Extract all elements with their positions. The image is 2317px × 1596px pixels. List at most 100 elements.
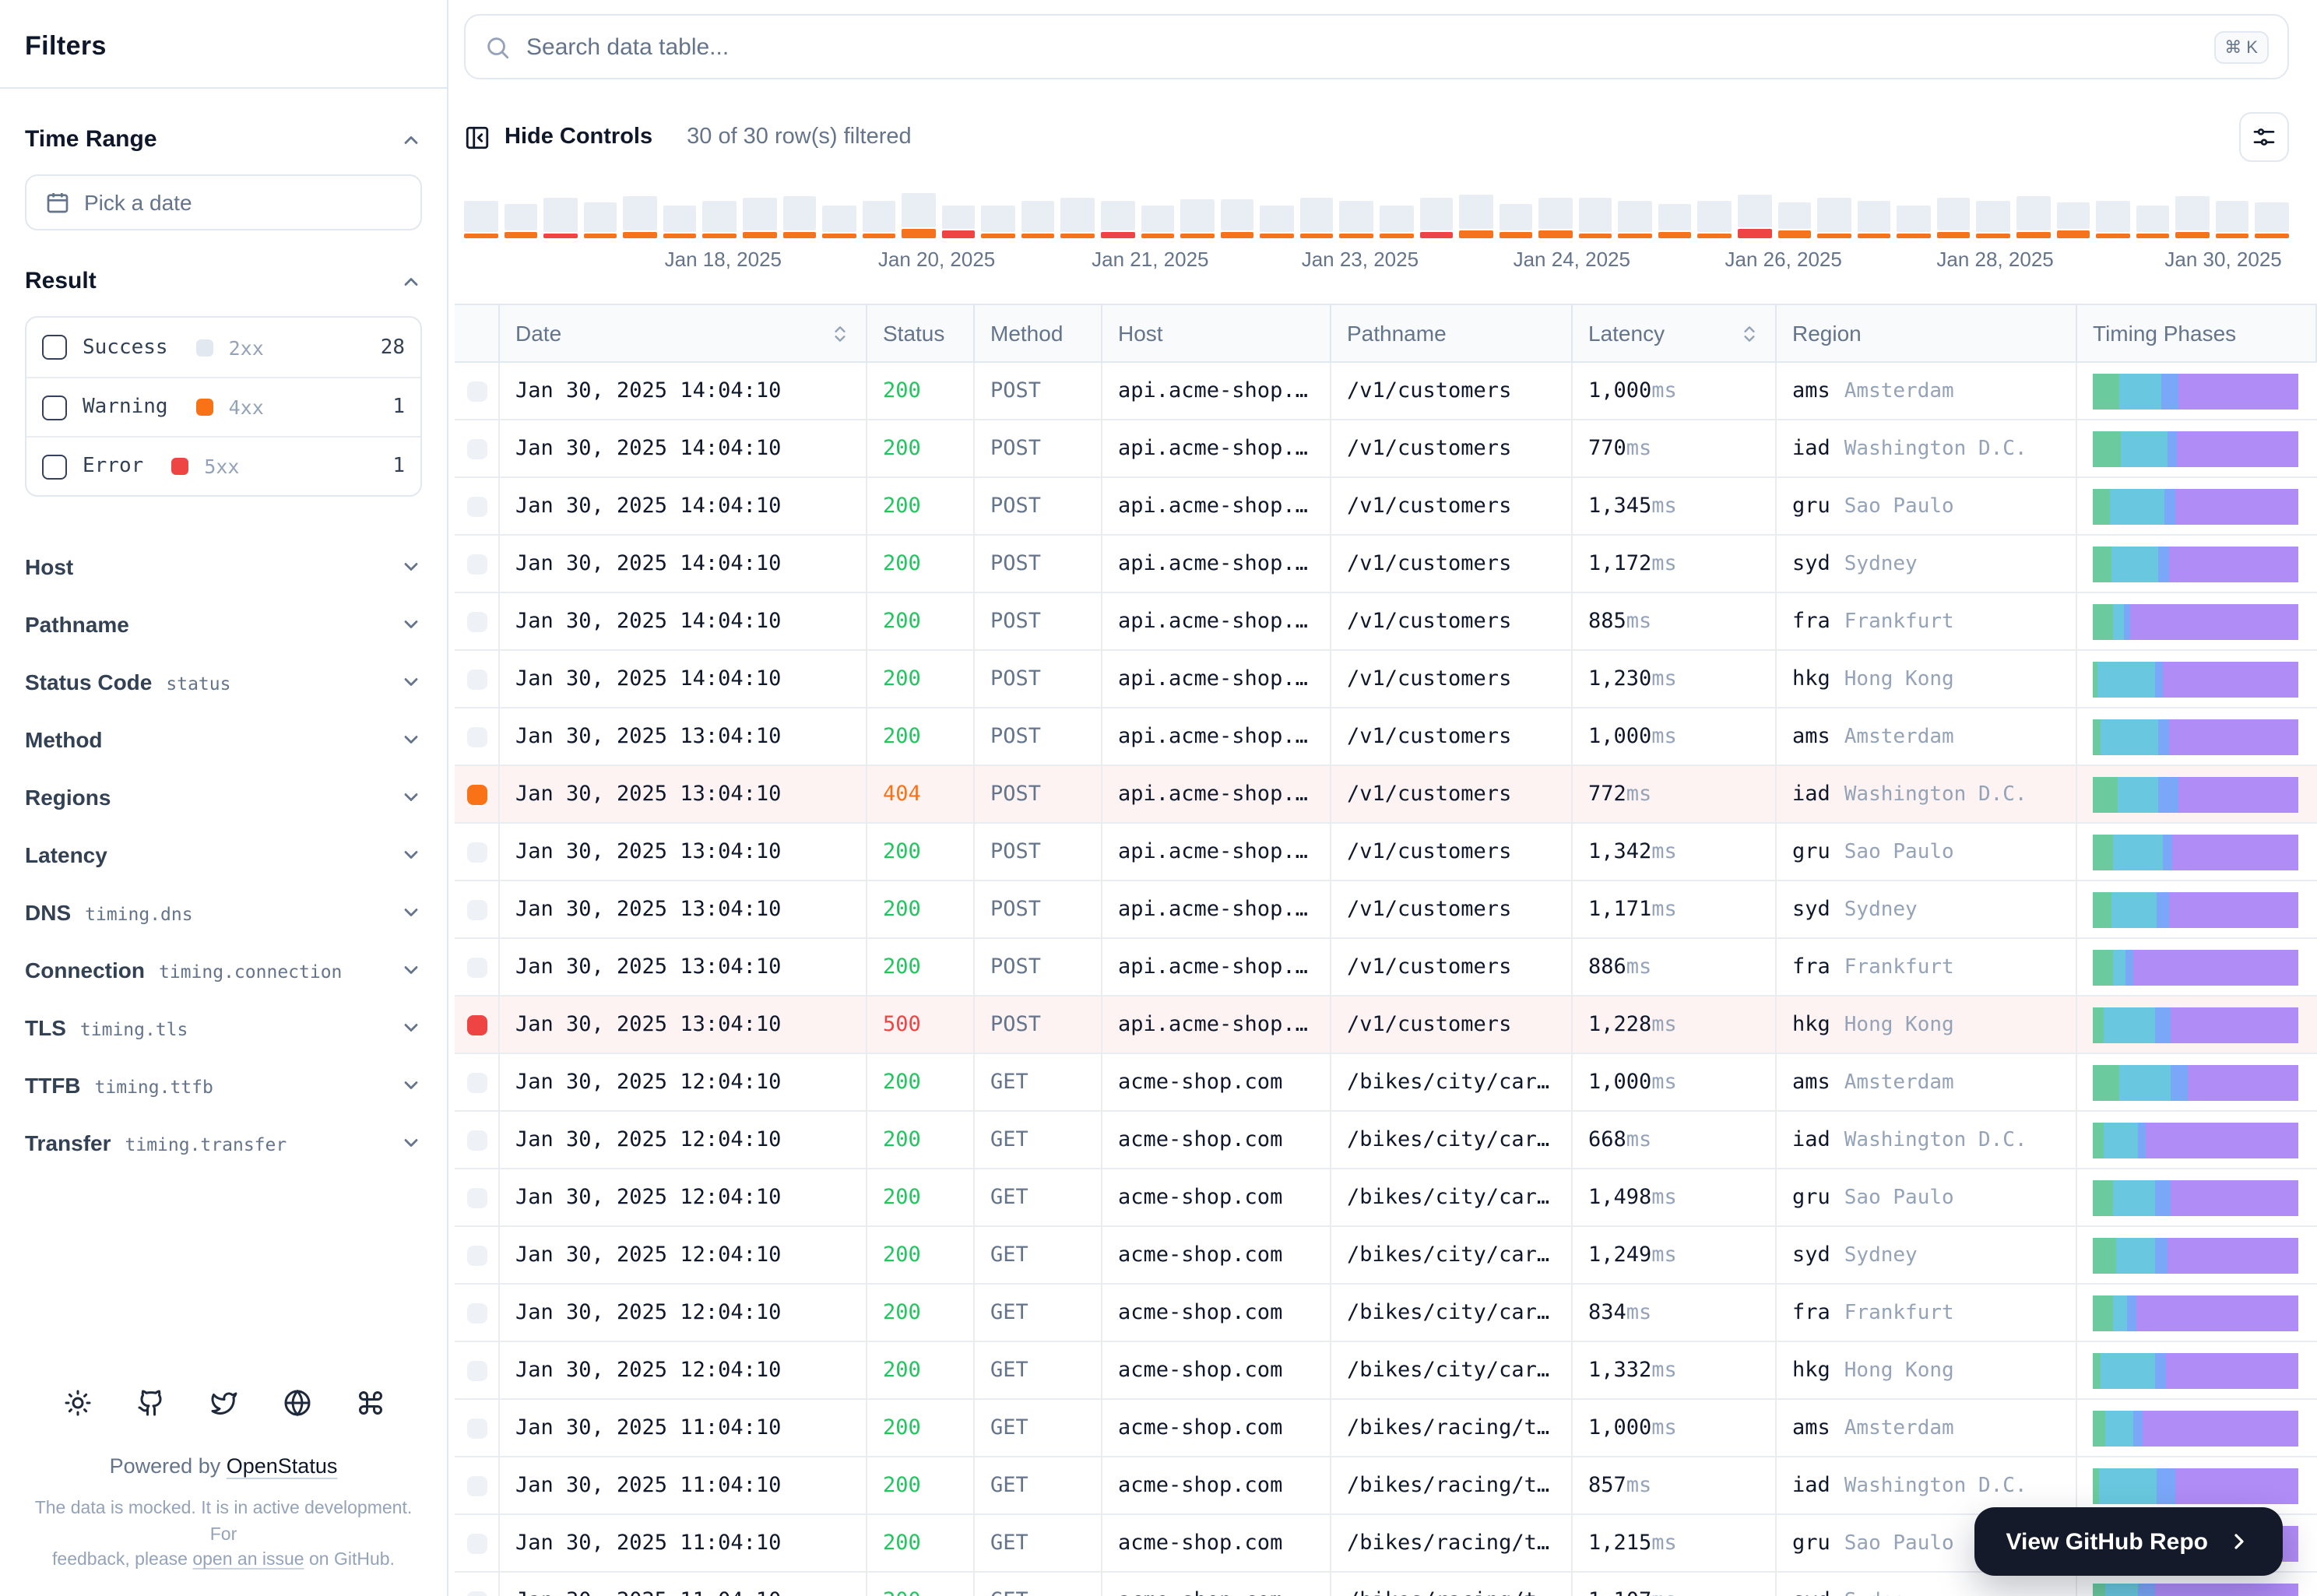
histogram-bar[interactable] [1220,199,1254,238]
table-row[interactable]: Jan 30, 2025 13:04:10 200 POST api.acme-sho… [455,824,2317,881]
github-icon[interactable] [136,1389,164,1417]
histogram-bar[interactable] [2255,202,2289,238]
table-row[interactable]: Jan 30, 2025 14:04:10 200 POST api.acme-sho… [455,651,2317,708]
table-row[interactable]: Jan 30, 2025 13:04:10 404 POST api.acme-sho… [455,766,2317,824]
result-option-warning[interactable]: Warning 4xx 1 [26,377,420,436]
sort-chevrons-icon[interactable] [1739,323,1760,343]
histogram-bar[interactable] [1857,201,1891,238]
sidebar-item-host[interactable]: Host [25,537,422,595]
histogram-bar[interactable] [1379,206,1413,238]
table-row[interactable]: Jan 30, 2025 12:04:10 200 GET acme-shop.com… [455,1054,2317,1112]
histogram-bar[interactable] [2215,201,2249,238]
globe-icon[interactable] [283,1389,311,1417]
command-icon[interactable] [356,1389,384,1417]
sidebar-item-pathname[interactable]: Pathname [25,595,422,652]
table-row[interactable]: Jan 30, 2025 14:04:10 200 POST api.acme-sho… [455,536,2317,593]
histogram-bar[interactable] [862,201,896,238]
sidebar-item-ttfb[interactable]: TTFB timing.ttfb [25,1056,422,1113]
sort-chevrons-icon[interactable] [830,323,850,343]
result-option-error[interactable]: Error 5xx 1 [26,436,420,495]
histogram-bar[interactable] [902,193,936,238]
table-row[interactable]: Jan 30, 2025 13:04:10 200 POST api.acme-sho… [455,939,2317,997]
histogram-bar[interactable] [1180,199,1215,238]
date-picker-input[interactable]: Pick a date [25,174,422,230]
search-input[interactable]: Search data table... ⌘ K [464,14,2289,79]
histogram-bar[interactable] [1936,198,1971,238]
histogram-bar[interactable] [1697,201,1732,238]
table-row[interactable]: Jan 30, 2025 12:04:10 200 GET acme-shop.com… [455,1112,2317,1169]
table-row[interactable]: Jan 30, 2025 12:04:10 200 GET acme-shop.com… [455,1342,2317,1400]
table-row[interactable]: Jan 30, 2025 14:04:10 200 POST api.acme-sho… [455,593,2317,651]
histogram-bar[interactable] [663,206,697,238]
histogram-bar[interactable] [1339,201,1373,238]
table-row[interactable]: Jan 30, 2025 13:04:10 200 POST api.acme-sho… [455,708,2317,766]
histogram-bar[interactable] [2136,206,2170,238]
histogram-bar[interactable] [1817,198,1851,238]
histogram-bar[interactable] [2056,202,2090,238]
table-row[interactable]: Jan 30, 2025 13:04:10 200 POST api.acme-sho… [455,881,2317,939]
twitter-icon[interactable] [209,1389,237,1417]
histogram-bar[interactable] [1499,204,1533,238]
histogram-bar[interactable] [1021,201,1055,238]
histogram-bar[interactable] [981,206,1015,238]
sidebar-item-method[interactable]: Method [25,710,422,768]
table-row[interactable]: Jan 30, 2025 11:04:10200GETacme-shop.com… [455,1400,2317,1457]
table-row[interactable]: Jan 30, 2025 12:04:10 200 GET acme-shop.com… [455,1285,2317,1342]
histogram-bar[interactable] [1976,201,2010,238]
table-row[interactable]: Jan 30, 2025 14:04:10 200 POST api.acme-sho… [455,363,2317,420]
histogram-bar[interactable] [822,206,856,238]
sidebar-item-transfer[interactable]: Transfer timing.transfer [25,1113,422,1171]
histogram-bar[interactable] [2096,201,2130,238]
table-row[interactable]: Jan 30, 2025 12:04:10 200 GET acme-shop.com… [455,1169,2317,1227]
histogram-bar[interactable] [2016,196,2050,238]
table-row[interactable]: Jan 30, 2025 11:04:10200GETacme-shop.com… [455,1457,2317,1515]
histogram-bar[interactable] [1738,195,1772,238]
sidebar-item-connection[interactable]: Connection timing.connection [25,940,422,998]
histogram-bar[interactable] [1419,198,1454,238]
table-row[interactable]: Jan 30, 2025 12:04:10 200 GET acme-shop.com… [455,1227,2317,1285]
table-row[interactable]: Jan 30, 2025 13:04:10 500 POST api.acme-sho… [455,997,2317,1054]
view-github-repo-button[interactable]: View GitHub Repo [1974,1507,2283,1576]
histogram-bar[interactable] [1897,206,1931,238]
histogram-bar[interactable] [1578,198,1612,238]
sidebar-item-latency[interactable]: Latency [25,825,422,883]
sidebar-item-dns[interactable]: DNS timing.dns [25,883,422,940]
histogram-bar[interactable] [1060,198,1095,238]
sidebar-item-status-code[interactable]: Status Code status [25,652,422,710]
histogram-bar[interactable] [1101,201,1135,238]
histogram-bar[interactable] [623,196,657,238]
table-row[interactable]: Jan 30, 2025 14:04:10 200 POST api.acme-sho… [455,420,2317,478]
histogram-bar[interactable] [1299,198,1334,238]
checkbox[interactable] [42,454,67,479]
histogram-bar[interactable] [742,198,776,238]
histogram-bar[interactable] [583,202,617,238]
histogram-bar[interactable] [504,204,538,238]
histogram-bar[interactable] [1618,201,1652,238]
histogram-bar[interactable] [1777,202,1812,238]
result-section-header[interactable]: Result [25,268,422,294]
histogram-bar[interactable] [1141,206,1175,238]
time-range-section-header[interactable]: Time Range [25,126,422,153]
histogram-bar[interactable] [2175,196,2210,238]
table-row[interactable]: Jan 30, 2025 11:04:10200GETacme-shop.com… [455,1573,2317,1596]
result-option-success[interactable]: Success 2xx 28 [26,318,420,377]
sidebar-item-regions[interactable]: Regions [25,768,422,825]
histogram-bar[interactable] [702,201,737,238]
histogram-bar[interactable] [543,198,578,238]
histogram-bar[interactable] [782,196,817,238]
histogram-bar[interactable] [1658,204,1692,238]
table-row[interactable]: Jan 30, 2025 14:04:10 200 POST api.acme-sho… [455,478,2317,536]
checkbox[interactable] [42,395,67,420]
histogram-bar[interactable] [941,206,976,238]
open-issue-link[interactable]: open an issue [192,1552,304,1570]
checkbox[interactable] [42,335,67,360]
sidebar-item-tls[interactable]: TLS timing.tls [25,998,422,1056]
column-header-latency[interactable]: Latency [1573,305,1777,361]
histogram-bar[interactable] [1459,195,1493,238]
histogram-bar[interactable] [1538,198,1573,238]
histogram-bar[interactable] [1260,206,1294,238]
hide-controls-button[interactable]: Hide Controls [464,124,652,150]
view-options-button[interactable] [2239,112,2289,162]
histogram-bar[interactable] [464,201,498,238]
sun-icon[interactable] [63,1389,91,1417]
